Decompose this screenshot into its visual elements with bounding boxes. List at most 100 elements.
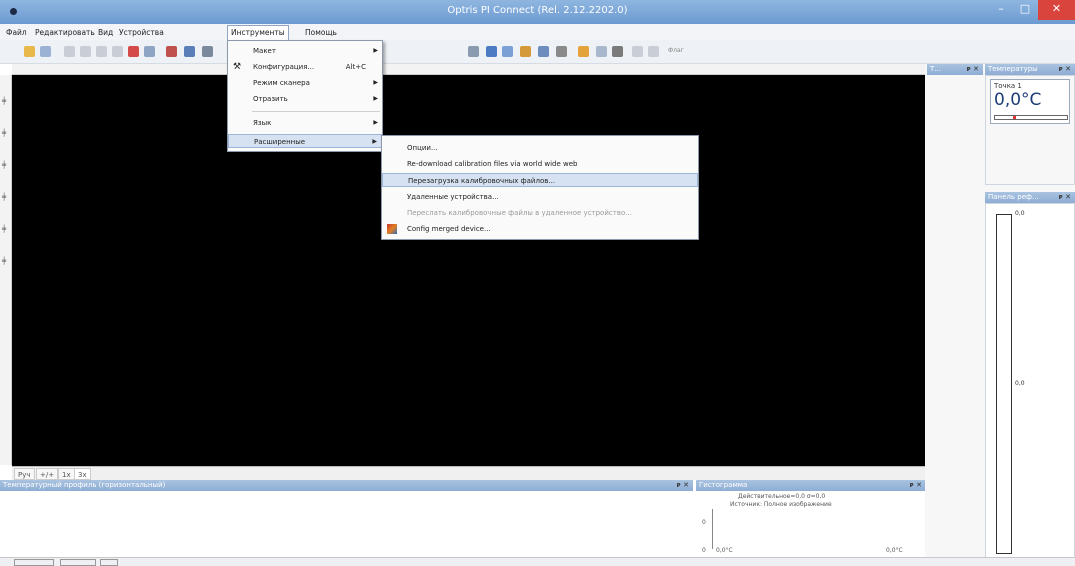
menu-tools[interactable]: Инструменты — [227, 25, 289, 40]
menu-scanner-mode-label: Режим сканера — [253, 79, 310, 87]
menu-send-calibration[interactable]: Переслать калибровочные файлы в удаленно… — [382, 206, 698, 220]
menu-config-merged-label: Config merged device... — [407, 225, 491, 233]
palette-middle-value: 0,0 — [1015, 380, 1025, 387]
split-icon[interactable] — [632, 46, 643, 57]
copy-icon[interactable] — [144, 46, 155, 57]
tools-icon[interactable] — [520, 46, 531, 57]
save-icon[interactable] — [40, 46, 51, 57]
palette-icon[interactable] — [166, 46, 177, 57]
status-cell — [14, 559, 54, 566]
profile-panel-title: Температурный профиль (горизонтальный) — [3, 481, 166, 489]
histogram-y-label: 0 — [702, 519, 706, 526]
temperature-panel-title: Температуры — [988, 65, 1038, 73]
stop-icon[interactable] — [96, 46, 107, 57]
temperature-value: 0,0°C — [994, 90, 1042, 110]
title-bar: Optris PI Connect (Rel. 2.12.2202.0) – □… — [0, 0, 1075, 24]
zoom-icon[interactable] — [486, 46, 497, 57]
measurement-point-box[interactable]: Точка 1 0,0°C — [990, 79, 1070, 124]
measure-icon[interactable] — [538, 46, 549, 57]
open-icon[interactable] — [24, 46, 35, 57]
menu-devices[interactable]: Устройства — [116, 26, 167, 39]
pause-icon[interactable] — [80, 46, 91, 57]
menu-send-calibration-label: Переслать калибровочные файлы в удаленно… — [407, 209, 632, 217]
menu-flip[interactable]: Отразить ▶ — [228, 92, 382, 106]
minimize-button[interactable]: – — [990, 0, 1012, 20]
alarm-icon[interactable] — [596, 46, 607, 57]
menu-language[interactable]: Язык ▶ — [228, 116, 382, 130]
histogram-source: Источник: Полное изображение — [730, 501, 832, 508]
color-palette-bar[interactable] — [996, 214, 1012, 554]
ruler-mark: ╪ — [2, 225, 7, 233]
menu-file[interactable]: Файл — [3, 26, 30, 39]
ruler-mark: ╪ — [2, 161, 7, 169]
menu-advanced[interactable]: Расширенные ▶ — [228, 134, 382, 148]
submenu-arrow-icon: ▶ — [373, 47, 378, 54]
menu-layout-label: Макет — [253, 47, 276, 55]
menu-redownload-calibration[interactable]: Re-download calibration files via world … — [382, 157, 698, 171]
histogram-stats: Действительное=0,0 σ=0,0 — [738, 493, 826, 500]
menu-remote-devices[interactable]: Удаленные устройства... — [382, 190, 698, 204]
temperature-icon[interactable] — [578, 46, 589, 57]
submenu-arrow-icon: ▶ — [373, 95, 378, 102]
ruler-mark: ╪ — [2, 257, 7, 265]
snapshot-icon[interactable] — [128, 46, 139, 57]
palette-pin-close-icon[interactable]: ᴘ ✕ — [1059, 192, 1071, 203]
menu-layout[interactable]: Макет ▶ — [228, 44, 382, 58]
maximize-button[interactable]: □ — [1014, 0, 1036, 20]
histogram-pin-close-icon[interactable]: ᴘ ✕ — [910, 480, 922, 491]
thermal-image-view[interactable] — [12, 75, 925, 466]
menu-view[interactable]: Вид — [95, 26, 116, 39]
menu-advanced-label: Расширенные — [254, 138, 306, 146]
menu-configuration-label: Конфигурация... — [253, 63, 315, 71]
advanced-submenu: Опции... Re-download calibration files v… — [381, 135, 699, 240]
tab-manual[interactable]: Руч — [14, 468, 35, 480]
menu-help[interactable]: Помощь — [302, 26, 340, 39]
menu-flip-label: Отразить — [253, 95, 288, 103]
vertical-ruler: ╪ ╪ ╪ ╪ ╪ ╪ — [0, 75, 12, 465]
histogram-axis — [712, 509, 713, 549]
crosshair-icon[interactable] — [468, 46, 479, 57]
merged-device-icon — [387, 224, 397, 234]
layout-icon[interactable] — [184, 46, 195, 57]
chart-icon[interactable] — [502, 46, 513, 57]
menu-scanner-mode[interactable]: Режим сканера ▶ — [228, 76, 382, 90]
profile-panel-header: Температурный профиль (горизонтальный) ᴘ… — [0, 480, 693, 491]
view-tabs: Руч +/+ 1x 3x — [12, 466, 925, 480]
device-icon[interactable] — [612, 46, 623, 57]
status-cell — [100, 559, 118, 566]
tool-panel-title: Т... — [930, 65, 941, 73]
histogram-y-label-bottom: 0 — [702, 547, 706, 554]
close-button[interactable]: ✕ — [1038, 0, 1075, 20]
play-icon[interactable] — [64, 46, 75, 57]
window-icon[interactable] — [648, 46, 659, 57]
submenu-arrow-icon: ▶ — [372, 138, 377, 145]
grid-icon[interactable] — [202, 46, 213, 57]
temperature-bar — [994, 115, 1068, 120]
menu-reload-calibration[interactable]: Перезагрузка калибровочных файлов... — [382, 173, 698, 187]
temperature-pin-close-icon[interactable]: ᴘ ✕ — [1059, 64, 1071, 75]
menu-redownload-label: Re-download calibration files via world … — [407, 160, 578, 168]
histogram-panel-title: Гистограмма — [699, 481, 748, 489]
config-icon[interactable] — [556, 46, 567, 57]
palette-panel-header: Панель реф... ᴘ ✕ — [985, 192, 1075, 203]
point-label: Точка 1 — [994, 82, 1022, 90]
menu-options-label: Опции... — [407, 144, 438, 152]
histogram-x-min: 0,0°C — [716, 547, 733, 554]
record-icon[interactable] — [112, 46, 123, 57]
tab-plus[interactable]: +/+ — [36, 468, 59, 480]
menu-config-merged-device[interactable]: Config merged device... — [382, 222, 698, 236]
shutter-flag-label[interactable]: Флаг — [668, 47, 684, 54]
tool-pin-close-icon[interactable]: ᴘ ✕ — [967, 64, 979, 75]
configuration-icon: ⚒ — [233, 62, 242, 72]
profile-pin-close-icon[interactable]: ᴘ ✕ — [677, 480, 689, 491]
menu-options[interactable]: Опции... — [382, 141, 698, 155]
tab-1x[interactable]: 1x — [58, 468, 75, 480]
menu-configuration[interactable]: ⚒ Конфигурация... Alt+C — [228, 60, 382, 74]
tab-3x[interactable]: 3x — [74, 468, 91, 480]
ruler-mark: ╪ — [2, 129, 7, 137]
submenu-arrow-icon: ▶ — [373, 119, 378, 126]
palette-top-value: 0,0 — [1015, 210, 1025, 217]
menu-reload-label: Перезагрузка калибровочных файлов... — [408, 177, 556, 185]
toolbar: Флаг — [0, 40, 1075, 64]
menu-edit[interactable]: Редактировать — [32, 26, 98, 39]
